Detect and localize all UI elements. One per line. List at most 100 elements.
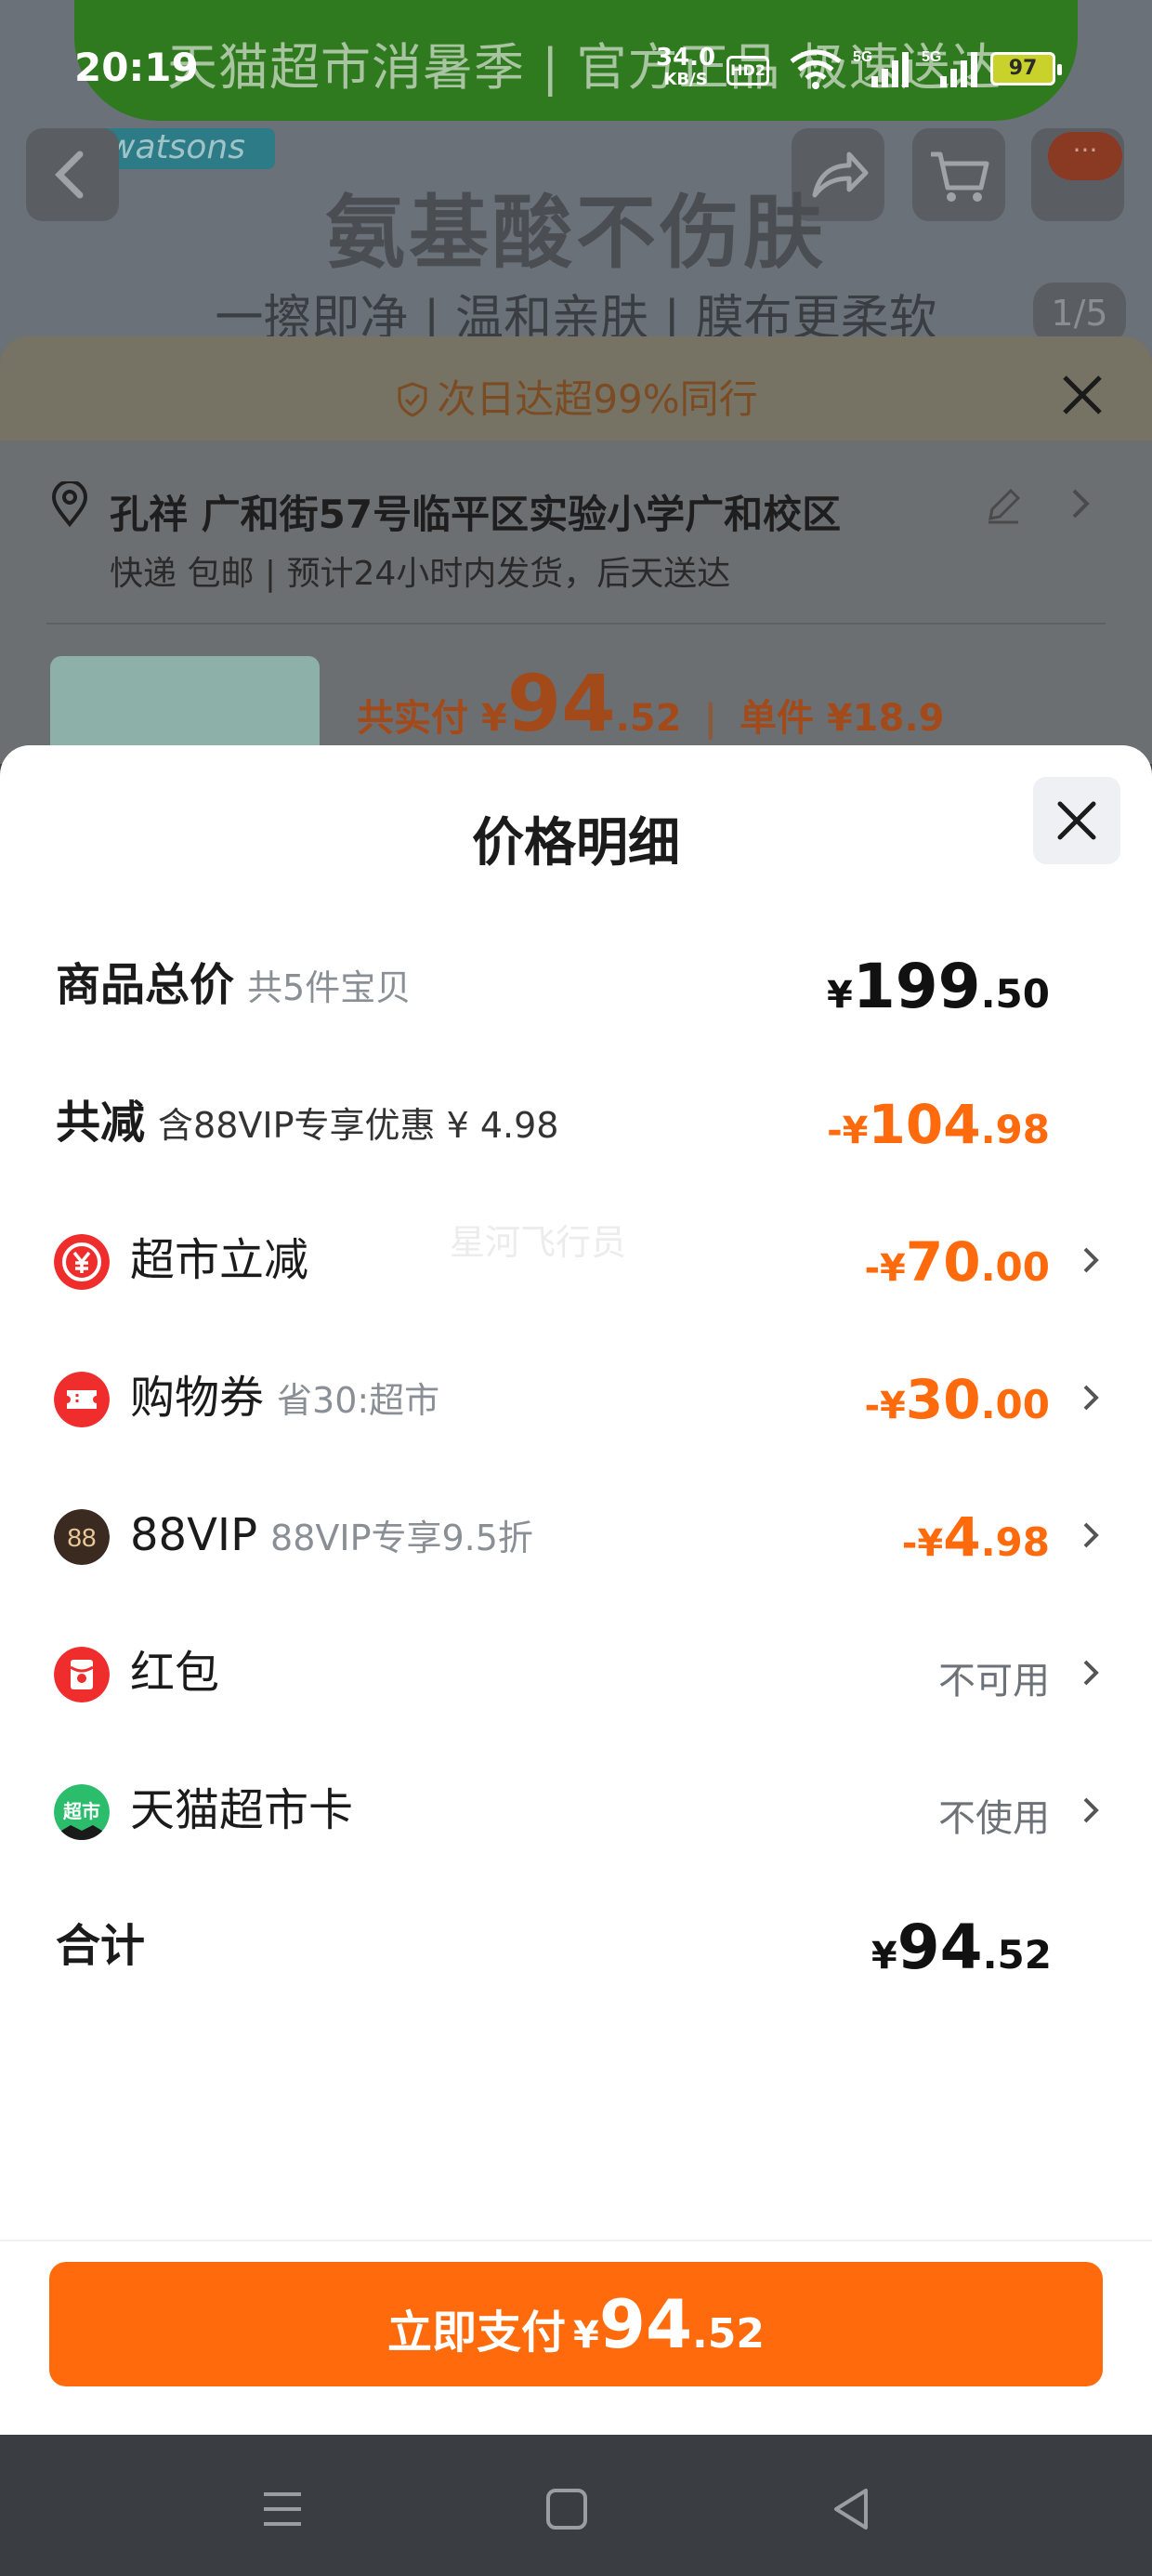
goods-total-amount: ¥199.50 xyxy=(827,950,1050,1040)
address-text[interactable]: 孔祥 广和街57号临平区实验小学广和校区 xyxy=(110,483,841,540)
chevron-right-icon xyxy=(1072,489,1090,519)
amount-int: 199 xyxy=(852,951,981,1022)
battery-icon: 97 xyxy=(990,52,1062,85)
vip88-icon-text: 88 xyxy=(67,1523,96,1552)
grand-total-amount: ¥94.52 xyxy=(871,1911,1052,2001)
row-shopping-coupon[interactable]: 购物券 省30:超市 -¥30.00 xyxy=(0,1342,1152,1453)
net-speed: 34.0 KB/S xyxy=(656,46,715,91)
price-detail-sheet: 价格明细 星河飞行员 商品总价 共5件宝贝 ¥199.50 共减 含88VIP专享优… xyxy=(0,745,1152,2435)
row-label: 购物券 省30:超市 xyxy=(130,1370,439,1428)
address-chevron-button[interactable] xyxy=(1067,483,1094,533)
sheet-title: 价格明细 xyxy=(472,813,680,874)
pay-now-button[interactable]: 立即支付 ¥94.52 xyxy=(49,2262,1103,2386)
vip-amount: -¥4.98 xyxy=(902,1500,1050,1588)
signal-icon: 5G xyxy=(853,49,909,87)
coupon-icon xyxy=(54,1372,110,1427)
close-icon xyxy=(1063,375,1102,414)
chevron-right-icon xyxy=(1083,1797,1099,1823)
goods-total-label: 商品总价 xyxy=(56,959,235,1011)
total-discount-amount: -¥104.98 xyxy=(827,1087,1050,1176)
row-label: 商品总价 共5件宝贝 xyxy=(56,957,411,1016)
order-total-label: 共实付 xyxy=(357,697,468,740)
sig1-label: 5G xyxy=(853,49,872,65)
shield-check-icon xyxy=(398,382,427,417)
pay-now-label: 立即支付 xyxy=(386,2307,566,2359)
amount-int: 30 xyxy=(905,1368,981,1431)
row-label: 共减 含88VIP专享优惠 ¥ 4.98 xyxy=(56,1095,558,1153)
tmall-card-label: 天猫超市卡 xyxy=(130,1784,354,1836)
amount-yen: -¥ xyxy=(864,1385,906,1427)
row-label: 88VIP 88VIP专享9.5折 xyxy=(130,1507,533,1566)
edit-address-button[interactable] xyxy=(983,485,1024,535)
close-price-detail-button[interactable] xyxy=(1033,777,1120,864)
unit-price: 单件 ¥18.9 xyxy=(740,697,945,740)
order-total: 共实付 ¥94.52 | 单件 ¥18.9 xyxy=(357,658,945,749)
amount-dec: .00 xyxy=(980,1244,1050,1290)
back-triangle-icon[interactable] xyxy=(823,2481,879,2537)
chevron-right-icon xyxy=(1083,1247,1099,1273)
amount-dec: .52 xyxy=(982,1932,1052,1978)
pay-dec: .52 xyxy=(692,2310,765,2358)
amount-dec: .50 xyxy=(980,971,1050,1017)
pay-yen: ¥ xyxy=(573,2314,599,2357)
chevron-right-icon xyxy=(1083,1660,1099,1686)
amount-yen: -¥ xyxy=(901,1522,944,1565)
image-index: 1/5 xyxy=(1033,283,1126,344)
delivery-banner: 次日达超99%同行 xyxy=(0,336,1152,440)
tmall-card-icon-text: 超市 xyxy=(62,1800,100,1822)
status-bar: 20:19 34.0 KB/S HD2 5G 5G 97 xyxy=(0,0,1152,130)
coupon-amount: -¥30.00 xyxy=(864,1362,1050,1451)
goods-count: 共5件宝贝 xyxy=(247,967,412,1008)
hd-icon: HD2 xyxy=(727,56,769,85)
status-time: 20:19 xyxy=(74,45,199,90)
amount-dec: .00 xyxy=(980,1382,1050,1427)
amount-yen: ¥ xyxy=(826,974,853,1017)
location-pin-icon xyxy=(51,481,88,528)
red-packet-icon xyxy=(54,1647,110,1702)
divider xyxy=(0,2240,1152,2241)
coupon-label: 购物券 xyxy=(130,1372,265,1424)
amount-int: 104 xyxy=(868,1093,981,1156)
pay-int: 94 xyxy=(598,2285,693,2363)
amount-dec: .98 xyxy=(980,1519,1050,1565)
supermarket-discount-label: 超市立减 xyxy=(130,1234,309,1286)
amount-yen: -¥ xyxy=(827,1110,869,1152)
order-sheet: 次日达超99%同行 孔祥 广和街57号临平区实验小学广和校区 快递 包邮 | 预… xyxy=(0,336,1152,764)
system-nav-bar xyxy=(0,2435,1152,2576)
amount-int: 94 xyxy=(897,1912,983,1983)
signal-icon: 5G xyxy=(922,49,977,87)
shipping-text: 快递 包邮 | 预计24小时内发货，后天送达 xyxy=(110,555,731,593)
amount-dec: .98 xyxy=(980,1107,1050,1152)
tmall-card-status: 不使用 xyxy=(938,1797,1050,1840)
net-speed-unit: KB/S xyxy=(663,70,708,89)
amount-int: 4 xyxy=(943,1505,981,1569)
grand-total-label: 合计 xyxy=(56,1920,146,1972)
product-headline: 氨基酸不伤肤 xyxy=(325,187,827,280)
vip88-icon: 88 xyxy=(54,1509,110,1565)
row-goods-total: 商品总价 共5件宝贝 ¥199.50 xyxy=(0,929,1152,1041)
row-total-discount: 共减 含88VIP专享优惠 ¥ 4.98 -¥104.98 xyxy=(0,1067,1152,1178)
vip-note: 88VIP专享9.5折 xyxy=(270,1518,533,1558)
divider xyxy=(46,623,1106,624)
amount-yen: ¥ xyxy=(871,1935,897,1978)
order-total-int: 94 xyxy=(506,658,616,749)
row-supermarket-discount[interactable]: 超市立减 -¥70.00 xyxy=(0,1204,1152,1316)
chevron-right-icon xyxy=(1083,1385,1099,1411)
delivery-banner-label: 次日达超99%同行 xyxy=(437,376,758,422)
row-red-packet[interactable]: 红包 不可用 xyxy=(0,1617,1152,1728)
close-order-sheet-button[interactable] xyxy=(1059,359,1106,432)
row-88vip[interactable]: 88 88VIP 88VIP专享9.5折 -¥4.98 xyxy=(0,1479,1152,1591)
sig2-label: 5G xyxy=(922,49,941,65)
close-icon xyxy=(1057,801,1096,840)
order-total-dec: .52 xyxy=(615,697,682,740)
home-icon[interactable] xyxy=(539,2481,595,2537)
row-tmall-card[interactable]: 超市 天猫超市卡 不使用 xyxy=(0,1755,1152,1866)
wifi-icon xyxy=(790,49,842,89)
amount-int: 70 xyxy=(905,1230,981,1294)
menu-icon[interactable] xyxy=(255,2481,310,2537)
tmall-card-icon: 超市 xyxy=(54,1784,110,1840)
coupon-note: 省30:超市 xyxy=(277,1380,440,1421)
red-packet-label: 红包 xyxy=(130,1647,220,1699)
vip-discount-note: 含88VIP专享优惠 ¥ 4.98 xyxy=(158,1105,559,1146)
red-packet-status: 不可用 xyxy=(938,1660,1050,1702)
